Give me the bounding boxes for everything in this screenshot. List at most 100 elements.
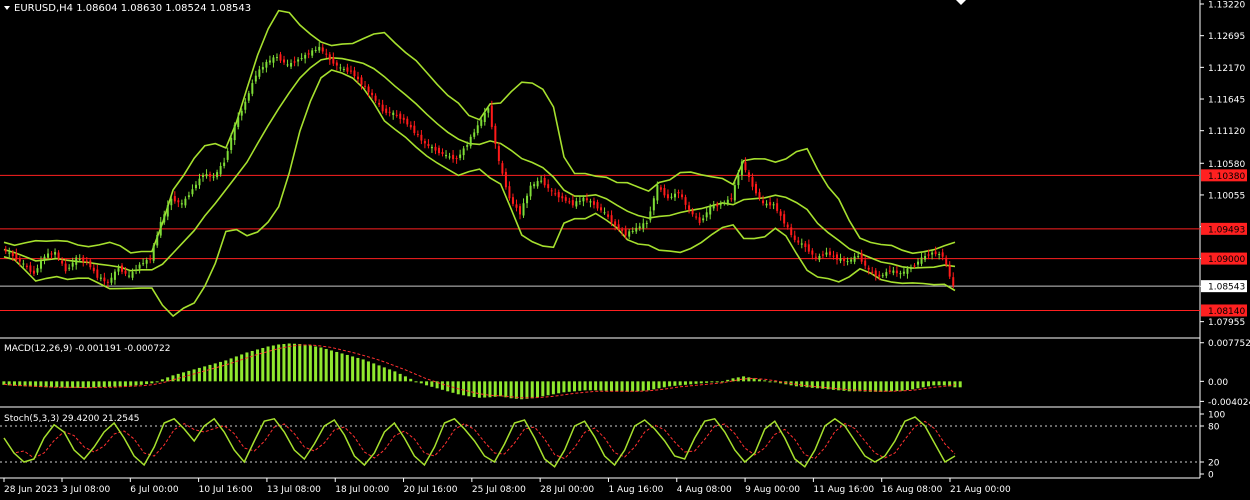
macd-bar — [884, 381, 888, 392]
macd-bar — [81, 381, 85, 388]
macd-bar — [398, 373, 402, 382]
macd-bar — [900, 381, 904, 391]
macd-bar — [958, 381, 962, 388]
macd-bar — [219, 361, 223, 382]
macd-bar — [493, 381, 497, 397]
macd-bar — [710, 381, 714, 383]
macd-bar — [683, 381, 687, 385]
time-tick-label: 28 Jun 2023 — [4, 485, 58, 495]
macd-bar — [160, 379, 164, 382]
macd-bar — [203, 366, 207, 382]
level-tag-label: 1.08140 — [1208, 307, 1245, 317]
macd-bar — [250, 350, 254, 382]
macd-bar — [366, 361, 370, 382]
macd-bar — [689, 381, 693, 385]
macd-bar — [192, 369, 196, 382]
time-tick-label: 28 Jul 00:00 — [540, 485, 594, 495]
macd-bar — [60, 381, 64, 388]
stoch-tick-label: 0 — [1208, 471, 1214, 481]
macd-bar — [430, 381, 434, 387]
macd-bar — [699, 381, 703, 384]
macd-bar — [240, 354, 244, 382]
macd-bar — [937, 381, 941, 386]
macd-bar — [292, 343, 296, 382]
macd-bar — [615, 381, 619, 392]
macd-bar — [536, 381, 540, 398]
macd-bar — [419, 381, 423, 384]
macd-bar — [541, 381, 545, 397]
macd-bar — [256, 349, 259, 382]
time-tick-label: 4 Aug 08:00 — [677, 485, 732, 495]
macd-bar — [319, 347, 323, 382]
level-tag-label: 1.09000 — [1208, 255, 1245, 265]
macd-bar — [921, 381, 925, 388]
macd-bar — [631, 381, 635, 392]
macd-bar — [546, 381, 550, 396]
time-tick-label: 10 Jul 16:00 — [199, 485, 253, 495]
macd-bar — [282, 343, 286, 382]
macd-bar — [551, 381, 555, 395]
macd-bar — [625, 381, 629, 392]
macd-bar — [895, 381, 899, 392]
price-tick-label: 1.10580 — [1208, 160, 1245, 170]
time-tick-label: 16 Aug 08:00 — [882, 485, 943, 495]
macd-bar — [345, 354, 349, 382]
price-tick-label: 1.10055 — [1208, 191, 1245, 201]
macd-bar — [578, 381, 582, 391]
macd-bar — [715, 381, 719, 383]
time-tick-label: 13 Jul 08:00 — [267, 485, 321, 495]
macd-bar — [905, 381, 909, 391]
macd-bar — [668, 381, 672, 387]
macd-bar — [49, 381, 53, 388]
macd-bar — [599, 381, 603, 391]
macd-bar — [773, 381, 777, 383]
macd-bar — [139, 381, 143, 385]
macd-bar — [736, 377, 740, 382]
macd-bar — [805, 381, 809, 388]
macd-bar — [609, 381, 613, 392]
macd-bar — [134, 381, 138, 386]
macd-bar — [509, 381, 513, 399]
macd-bar — [324, 348, 328, 382]
macd-bar — [382, 367, 386, 382]
time-tick-label: 3 Jul 08:00 — [62, 485, 111, 495]
time-tick-label: 20 Jul 16:00 — [404, 485, 458, 495]
macd-bar — [340, 353, 344, 382]
macd-bar — [594, 381, 598, 391]
macd-bar — [277, 344, 281, 382]
macd-bar — [604, 381, 608, 391]
macd-bar — [926, 381, 930, 387]
price-tick-label: 1.11645 — [1208, 96, 1245, 106]
macd-bar — [890, 381, 893, 392]
macd-bar — [308, 345, 312, 382]
macd-bar — [916, 381, 920, 389]
macd-bar — [467, 381, 471, 397]
main-chart-title: EURUSD,H4 1.08604 1.08630 1.08524 1.0854… — [14, 3, 251, 14]
stoch-tick-label: 100 — [1208, 411, 1225, 421]
stoch-tick-label: 20 — [1208, 459, 1220, 469]
macd-bar — [620, 381, 624, 392]
chart-title-group: EURUSD,H4 1.08604 1.08630 1.08524 1.0854… — [4, 3, 251, 14]
macd-bar — [171, 375, 175, 382]
macd-bar — [113, 381, 117, 387]
macd-bar — [303, 344, 307, 382]
time-tick-label: 21 Aug 00:00 — [950, 485, 1011, 495]
macd-bar — [868, 381, 872, 392]
macd-bar — [879, 381, 883, 392]
macd-bar — [911, 381, 915, 390]
macd-bar — [514, 381, 518, 399]
macd-bar — [942, 381, 946, 386]
current-price-label: 1.08543 — [1208, 283, 1245, 293]
time-tick-label: 6 Jul 00:00 — [130, 485, 179, 495]
macd-bar — [583, 381, 587, 391]
macd-bar — [673, 381, 677, 386]
macd-bar — [720, 381, 724, 383]
macd-bar — [356, 357, 360, 382]
macd-bar — [377, 365, 381, 382]
price-tick-label: 1.12695 — [1208, 32, 1245, 42]
eurusd-h4-chart[interactable]: 1.13220 1.12695 1.12170 1.11645 1.11120 1.105… — [0, 0, 1250, 500]
macd-bar — [874, 381, 878, 392]
macd-tick-label: -0.004024 — [1208, 398, 1250, 408]
macd-bar — [351, 356, 355, 382]
macd-bar — [747, 377, 751, 382]
